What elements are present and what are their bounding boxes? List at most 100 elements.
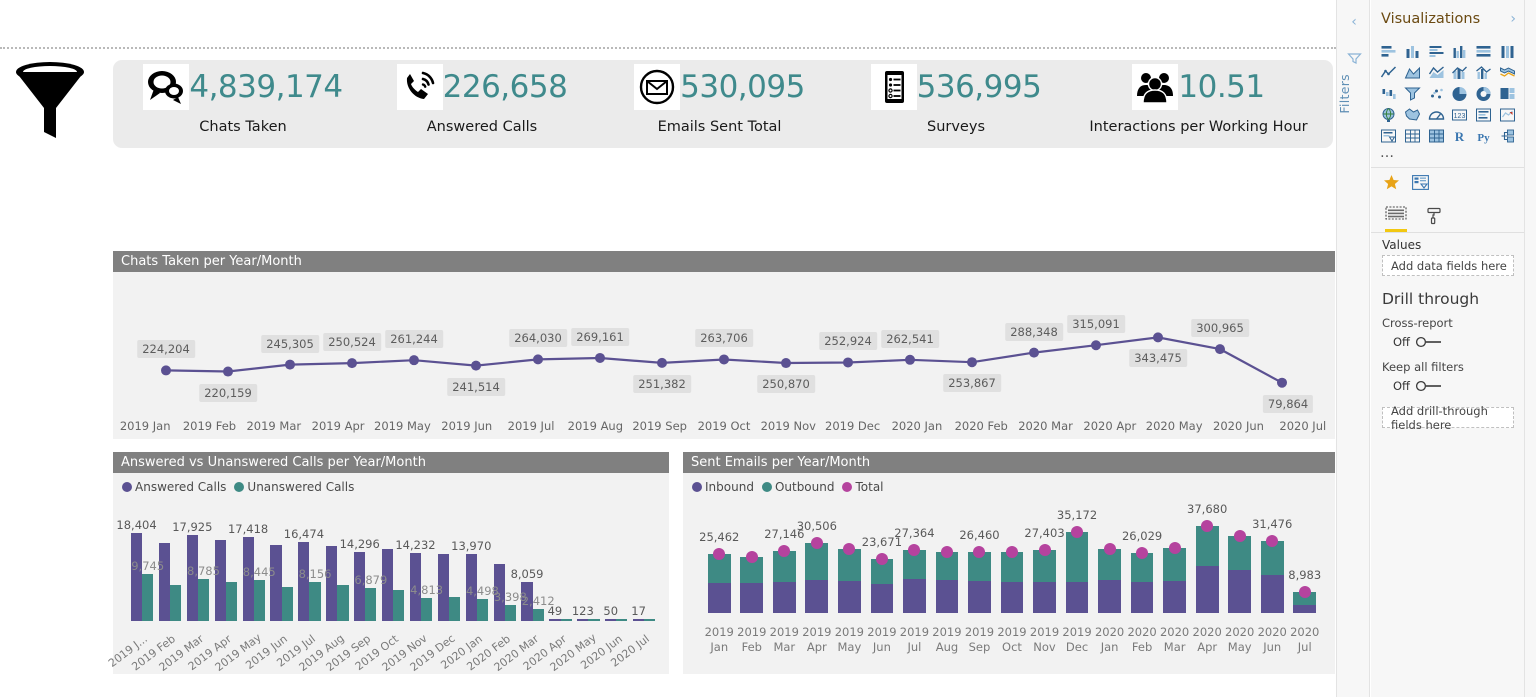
kpi-card-surveys[interactable]: 536,995 Surveys (842, 60, 1070, 148)
bar-segment-inbound[interactable] (903, 579, 926, 613)
answered-vs-unanswered-calls-visual[interactable]: Answered vs Unanswered Calls per Year/Mo… (106, 452, 669, 674)
kpi-card-chats-taken[interactable]: 4,839,174 Chats Taken (119, 60, 367, 148)
clustered-bar-chart-icon[interactable] (1424, 42, 1448, 62)
visual-type-gallery[interactable]: 123 R Py (1371, 38, 1524, 146)
cross-report-toggle[interactable]: Off (1371, 330, 1524, 349)
hundred-percent-stacked-column-icon[interactable] (1495, 42, 1519, 62)
total-marker[interactable] (1168, 542, 1181, 555)
line-data-point[interactable] (285, 359, 295, 370)
line-data-point[interactable] (1091, 340, 1101, 351)
scatter-chart-icon[interactable] (1424, 84, 1448, 104)
waterfall-chart-icon[interactable] (1377, 84, 1401, 104)
bar[interactable] (186, 534, 198, 621)
emails-chart-plot[interactable]: Inbound Outbound Total 25,462 2019 Jan 2019 Fe… (683, 473, 1335, 674)
stacked-area-chart-icon[interactable] (1424, 63, 1448, 83)
kpi-card-answered-calls[interactable]: 226,658 Answered Calls (367, 60, 597, 148)
star-icon[interactable] (1383, 174, 1400, 195)
line-clustered-column-icon[interactable] (1472, 63, 1496, 83)
bar[interactable] (616, 619, 628, 621)
bar[interactable] (448, 596, 461, 621)
line-data-point[interactable] (1277, 377, 1287, 388)
line-data-point[interactable] (471, 360, 481, 371)
format-tab[interactable] (1425, 207, 1443, 232)
bar[interactable] (549, 619, 561, 621)
line-data-point[interactable] (967, 357, 977, 368)
bar-segment-inbound[interactable] (1130, 582, 1154, 613)
line-data-point[interactable] (657, 357, 667, 368)
filters-pane-collapsed[interactable]: ‹ Filters (1336, 0, 1370, 697)
bar-segment-inbound[interactable] (1228, 570, 1252, 613)
table-icon[interactable] (1401, 126, 1425, 146)
values-field-well[interactable]: Add data fields here (1382, 255, 1514, 276)
total-marker[interactable] (1233, 530, 1246, 543)
donut-chart-icon[interactable] (1472, 84, 1496, 104)
bar[interactable] (158, 543, 170, 621)
bar-segment-outbound[interactable] (1195, 526, 1219, 566)
line-data-point[interactable] (843, 357, 853, 368)
pane-action-icons[interactable] (1371, 168, 1524, 201)
bar-segment-inbound[interactable] (837, 581, 861, 613)
python-visual-icon[interactable]: Py (1472, 126, 1496, 146)
bar[interactable] (197, 578, 210, 621)
bar[interactable] (577, 619, 589, 621)
card-icon[interactable]: 123 (1448, 105, 1472, 125)
kpi-card-emails-sent-total[interactable]: 530,095 Emails Sent Total (597, 60, 842, 148)
bar[interactable] (253, 580, 265, 621)
r-script-visual-icon[interactable]: R (1448, 126, 1472, 146)
bar-segment-outbound[interactable] (1065, 532, 1089, 582)
line-data-point[interactable] (409, 355, 419, 366)
funnel-chart-icon[interactable] (1401, 84, 1425, 104)
keep-all-filters-toggle[interactable]: Off (1371, 374, 1524, 393)
total-marker[interactable] (1038, 543, 1051, 556)
bar[interactable] (476, 599, 488, 621)
bar[interactable] (605, 619, 617, 621)
bar-segment-inbound[interactable] (740, 583, 764, 613)
line-data-point[interactable] (223, 366, 233, 377)
bar[interactable] (270, 544, 282, 621)
hundred-percent-stacked-bar-icon[interactable] (1472, 42, 1496, 62)
bar[interactable] (421, 597, 433, 621)
bar-segment-inbound[interactable] (1260, 575, 1284, 613)
sent-emails-visual[interactable]: Sent Emails per Year/Month Inbound Outbou… (683, 452, 1335, 674)
bar[interactable] (560, 619, 572, 621)
stacked-column-chart-icon[interactable] (1401, 42, 1425, 62)
drill-through-field-well[interactable]: Add drill-through fields here (1382, 404, 1514, 432)
bar[interactable] (337, 585, 349, 621)
line-data-point[interactable] (533, 354, 543, 365)
line-data-point[interactable] (1029, 347, 1039, 358)
line-data-point[interactable] (161, 365, 171, 376)
chats-taken-line-visual[interactable]: Chats Taken per Year/Month 224,204 220,15… (113, 251, 1335, 439)
line-data-point[interactable] (347, 358, 357, 369)
bar-segment-inbound[interactable] (1163, 581, 1186, 613)
toggle-switch-icon[interactable] (1415, 336, 1443, 348)
bar[interactable] (504, 604, 516, 621)
line-data-point[interactable] (905, 354, 915, 365)
total-marker[interactable] (745, 551, 758, 564)
bar-segment-inbound[interactable] (1033, 582, 1056, 613)
bar-segment-inbound[interactable] (1000, 581, 1024, 613)
bar-segment-inbound[interactable] (1098, 580, 1121, 613)
bar[interactable] (225, 582, 237, 621)
calls-chart-plot[interactable]: Answered Calls Unanswered Calls 18,404 17,… (106, 473, 669, 674)
total-marker[interactable] (940, 546, 953, 559)
pane-tabs[interactable] (1371, 201, 1524, 233)
treemap-icon[interactable] (1495, 84, 1519, 104)
bar[interactable] (588, 619, 600, 621)
visualizations-pane[interactable]: Visualizations › 123 R Py … Values Add d… (1371, 0, 1524, 697)
get-more-visuals-icon[interactable] (1495, 126, 1519, 146)
bar[interactable] (281, 587, 293, 621)
expand-filters-chevron-icon[interactable]: ‹ (1337, 14, 1371, 30)
clustered-column-chart-icon[interactable] (1448, 42, 1472, 62)
bar-segment-inbound[interactable] (935, 580, 959, 613)
fields-tab[interactable] (1385, 205, 1407, 232)
line-data-point[interactable] (1153, 332, 1163, 343)
collapse-visualizations-chevron-icon[interactable]: › (1510, 11, 1516, 27)
line-data-point[interactable] (1215, 344, 1225, 355)
line-stacked-column-icon[interactable] (1448, 63, 1472, 83)
bar-segment-inbound[interactable] (772, 582, 796, 613)
bar[interactable] (532, 609, 544, 621)
total-marker[interactable] (875, 552, 888, 565)
line-data-point[interactable] (719, 354, 729, 365)
bar[interactable] (393, 590, 405, 621)
bar[interactable] (633, 619, 645, 621)
